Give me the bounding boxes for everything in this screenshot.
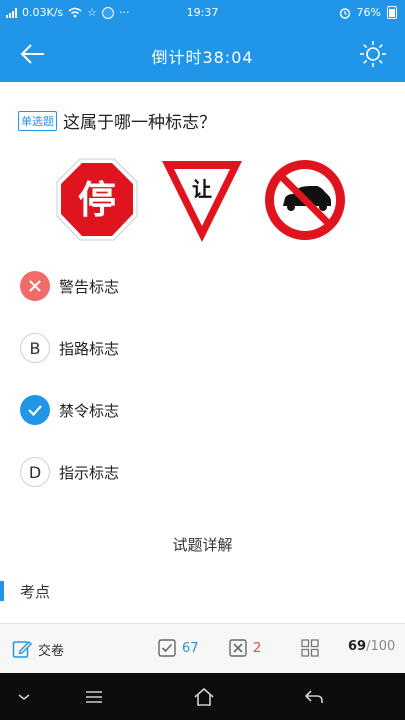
question-type-tag: 单选题 [18,110,57,131]
bottom-toolbar: 交卷 67 2 69/100 [0,623,405,673]
back-icon[interactable] [302,685,326,709]
grid-icon [301,639,319,657]
option-a[interactable]: 警告标志 [20,270,380,302]
correct-count-value: 67 [182,640,199,656]
wrong-count-value: 2 [253,640,262,656]
menu-icon[interactable] [82,685,106,709]
battery-percent: 76% [356,6,381,19]
wrong-box-icon [229,639,247,657]
option-label: 指示标志 [59,463,120,482]
option-d[interactable]: D 指示标志 [20,456,380,488]
section-accent-bar [0,581,4,601]
submit-button[interactable]: 交卷 [12,639,64,659]
stop-sign: 停 [56,158,138,241]
wrong-mark-icon [20,271,50,301]
question-row: 单选题 这属于哪一种标志？ [18,108,388,133]
option-label: 警告标志 [59,277,120,296]
progress-current: 69 [348,639,367,654]
question-grid-button[interactable] [301,639,319,657]
question-text: 这属于哪一种标志？ [63,113,216,133]
progress-indicator: 69/100 [348,639,395,654]
stop-sign-text: 停 [78,178,116,222]
progress-total: /100 [366,639,396,654]
correct-box-icon [158,639,176,657]
wrong-count[interactable]: 2 [229,639,261,657]
check-mark-icon [20,395,50,425]
yield-sign: 让 [162,161,242,242]
option-c[interactable]: 禁令标志 [20,394,380,426]
no-cars-sign [265,160,345,240]
option-label: 禁令标志 [59,401,120,420]
status-bar: 0.03K/s ☆ ··· 19:37 76% [0,0,405,26]
edit-icon [12,641,32,658]
page-title: 倒计时38:04 [151,48,254,67]
app-header: 倒计时38:04 [0,26,405,82]
kaodian-heading: 考点 [0,580,50,602]
option-label: 指路标志 [59,339,120,358]
alarm-icon [339,7,350,19]
detail-section-title: 试题详解 [172,536,233,554]
status-right: 76% [339,6,397,19]
chevron-down-icon[interactable] [12,685,36,709]
yield-sign-text: 让 [192,177,212,201]
option-letter: B [20,333,50,363]
correct-count[interactable]: 67 [158,639,199,657]
battery-icon [387,6,397,19]
question-image: 停 让 [56,158,345,242]
kaodian-label: 考点 [20,582,51,601]
option-letter: D [20,457,50,487]
option-b[interactable]: B 指路标志 [20,332,380,364]
home-icon[interactable] [192,685,216,709]
submit-label: 交卷 [38,643,65,659]
brightness-icon[interactable] [359,40,387,68]
system-nav-bar [0,673,405,720]
